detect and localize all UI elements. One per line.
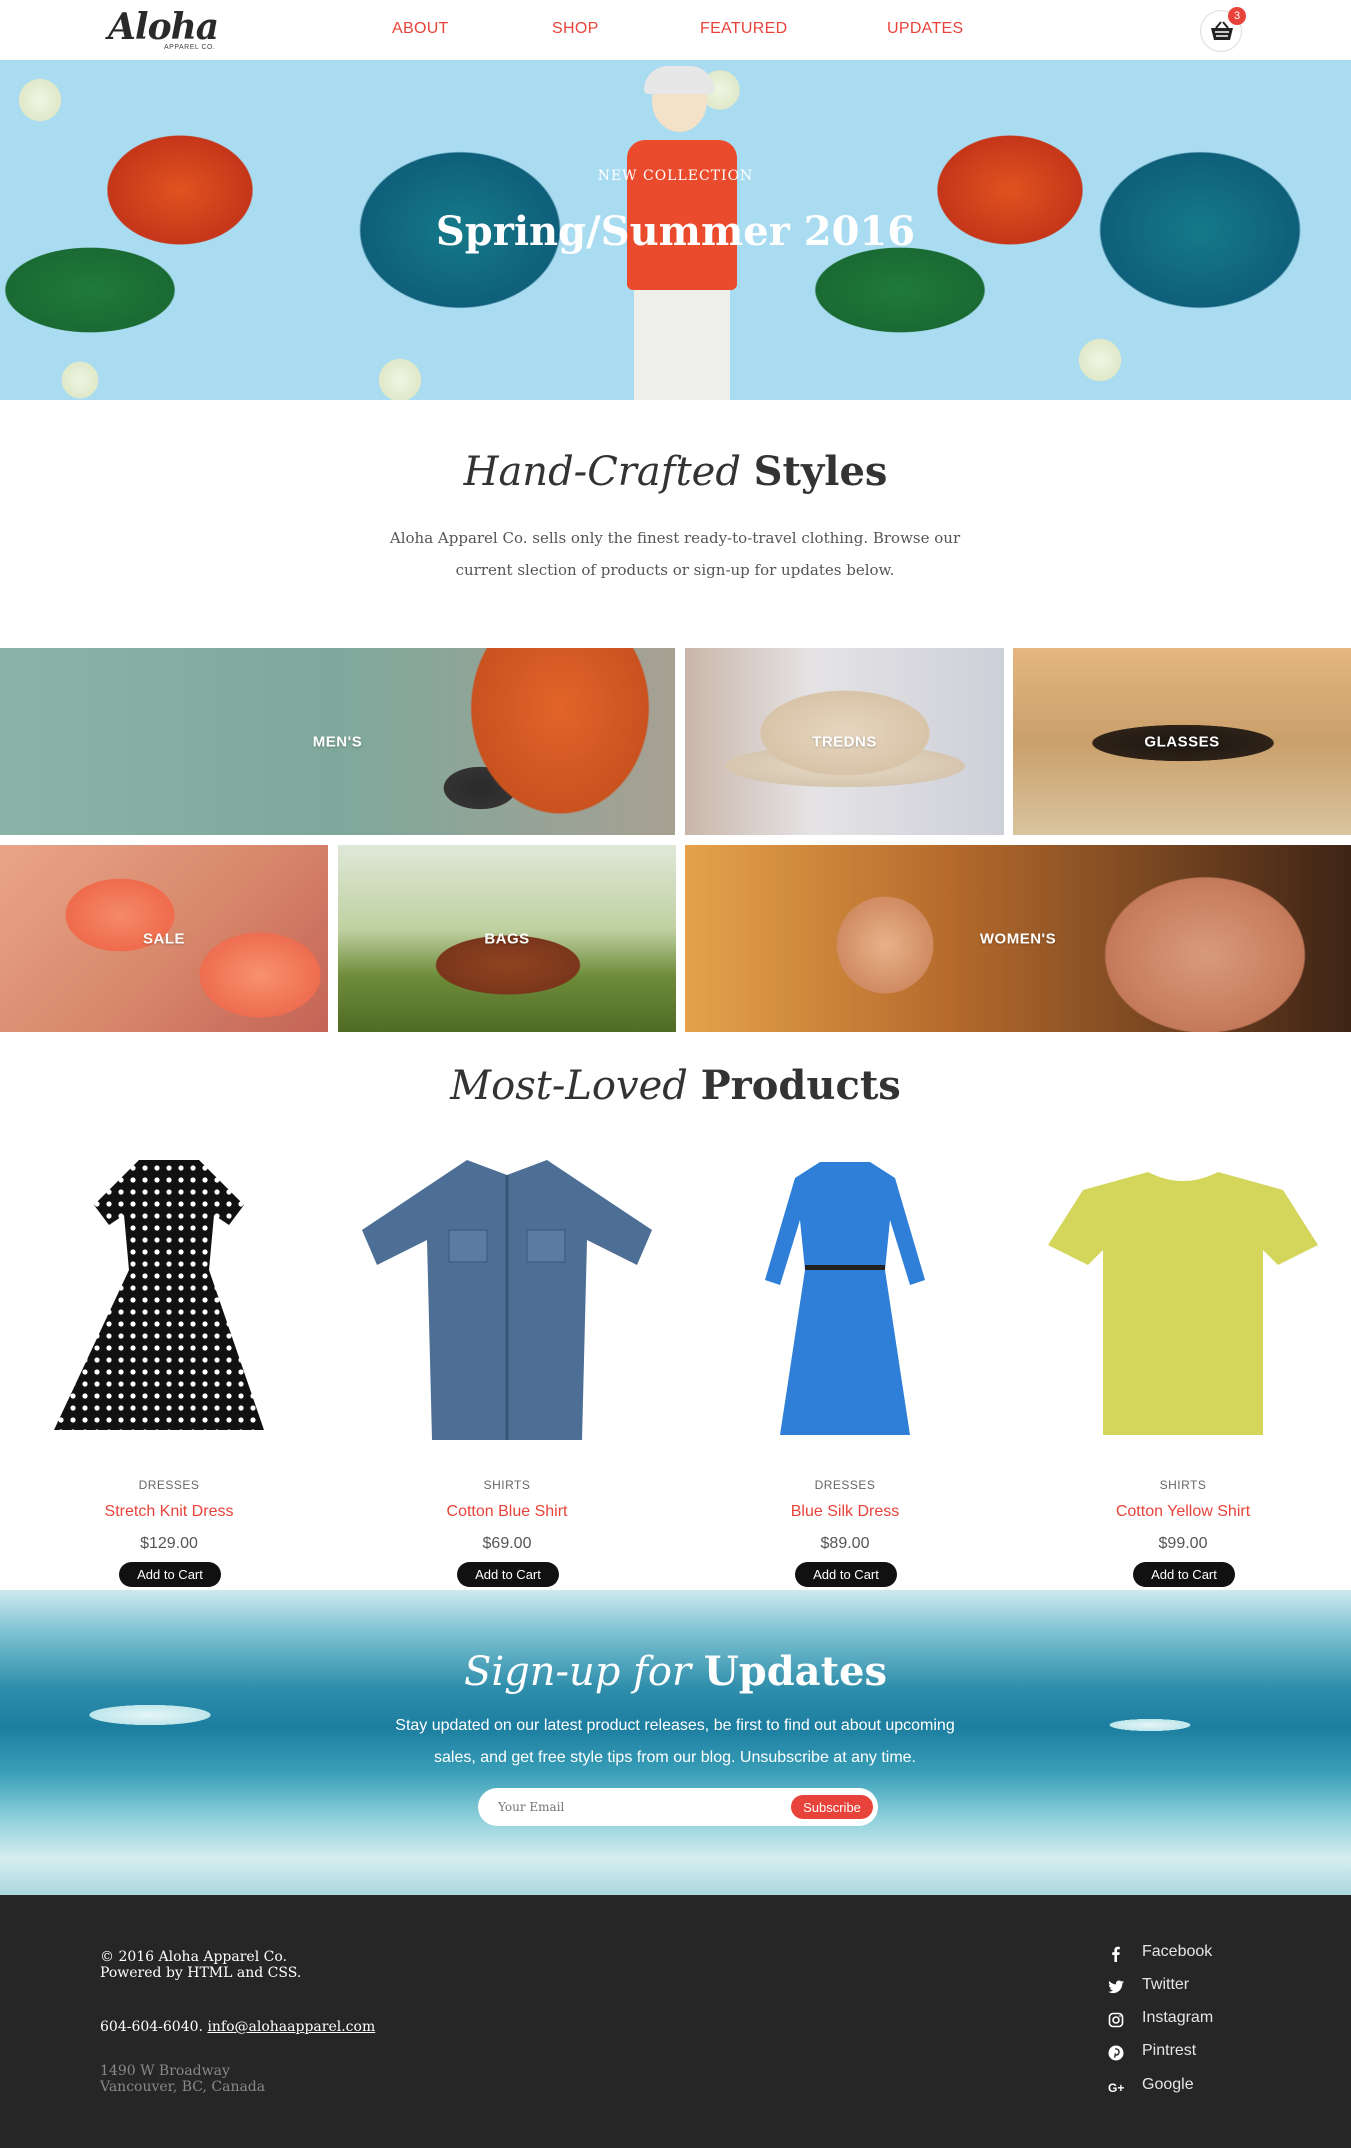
twitter-icon (1108, 1980, 1124, 1994)
category-glasses[interactable]: GLASSES (1013, 648, 1351, 835)
product-image-yellow-tshirt[interactable] (1033, 1150, 1333, 1450)
footer-address-line2: Vancouver, BC, Canada (100, 2079, 266, 2095)
signup-form: Subscribe (478, 1788, 878, 1826)
intro-text: Aloha Apparel Co. sells only the finest … (389, 529, 961, 579)
logo[interactable]: Aloha APPAREL CO. (108, 6, 219, 51)
product-image-denim-shirt[interactable] (357, 1150, 657, 1450)
signup-heading-italic: Sign-up for (463, 1649, 692, 1695)
category-womens[interactable]: WOMEN'S (685, 845, 1351, 1032)
product-name[interactable]: Cotton Yellow Shirt (1033, 1503, 1333, 1521)
products-heading-italic: Most-Loved (450, 1063, 688, 1109)
product-price: $99.00 (1158, 1535, 1208, 1552)
product-price: $69.00 (482, 1535, 532, 1552)
category-sale[interactable]: SALE (0, 845, 328, 1032)
social-label: Pintrest (1142, 2042, 1197, 2059)
social-label: Twitter (1142, 1976, 1190, 1993)
category-label: MEN'S (312, 733, 363, 750)
footer-phone: 604-604-6040. (100, 2019, 203, 2035)
product-image-blue-dress[interactable] (695, 1150, 995, 1450)
product-card: DRESSES Blue Silk Dress $89.00 Add to Ca… (695, 1150, 995, 1590)
pinterest-icon (1108, 2045, 1124, 2061)
add-to-cart-button[interactable]: Add to Cart (457, 1562, 559, 1587)
product-price: $129.00 (140, 1535, 198, 1552)
category-mens[interactable]: MEN'S (0, 648, 675, 835)
category-trends[interactable]: TREDNS (685, 648, 1004, 835)
product-card: DRESSES Stretch Knit Dress $129.00 Add t… (19, 1150, 319, 1590)
category-label: TREDNS (812, 733, 877, 750)
svg-text:G+: G+ (1108, 2081, 1124, 2095)
facebook-icon (1112, 1946, 1120, 1962)
footer-powered: Powered by HTML and CSS. (100, 1965, 302, 1981)
subscribe-button[interactable]: Subscribe (791, 1795, 873, 1819)
basket-icon (1211, 21, 1233, 40)
signup-heading-bold: Updates (703, 1648, 888, 1695)
intro-heading-bold: Styles (753, 448, 888, 495)
category-label: SALE (142, 930, 185, 947)
hero-eyebrow: NEW COLLECTION (597, 168, 754, 184)
products-heading: Most-Loved Products (0, 1062, 1351, 1109)
product-category: SHIRTS (1159, 1478, 1207, 1492)
signup-heading: Sign-up for Updates (0, 1648, 1351, 1695)
instagram-icon (1108, 2012, 1124, 2028)
footer-copyright: © 2016 Aloha Apparel Co. (100, 1949, 287, 1965)
nav-shop[interactable]: SHOP (552, 20, 599, 38)
hero-title: Spring/Summer 2016 (435, 208, 916, 255)
nav-about[interactable]: ABOUT (392, 20, 449, 38)
product-price: $89.00 (820, 1535, 870, 1552)
category-label: BAGS (484, 930, 530, 947)
nav-featured[interactable]: FEATURED (700, 20, 787, 38)
social-label: Facebook (1142, 1943, 1213, 1960)
products-heading-bold: Products (700, 1062, 901, 1109)
social-label: Instagram (1142, 2009, 1214, 2026)
product-category: SHIRTS (483, 1478, 531, 1492)
category-bags[interactable]: BAGS (338, 845, 676, 1032)
footer-contact: 604-604-6040. info@alohaapparel.com (100, 2019, 375, 2036)
product-card: SHIRTS Cotton Blue Shirt $69.00 Add to C… (357, 1150, 657, 1590)
category-label: WOMEN'S (979, 930, 1057, 947)
add-to-cart-button[interactable]: Add to Cart (795, 1562, 897, 1587)
intro-heading-italic: Hand-Crafted (463, 449, 741, 495)
email-input[interactable] (498, 1796, 778, 1818)
cart-count-badge: 3 (1228, 7, 1246, 25)
nav-updates[interactable]: UPDATES (887, 20, 963, 38)
product-category: DRESSES (138, 1478, 200, 1492)
product-image-polka-dress[interactable] (19, 1150, 319, 1450)
footer-address-line1: 1490 W Broadway (100, 2063, 230, 2079)
site-footer: © 2016 Aloha Apparel Co. Powered by HTML… (0, 1895, 1351, 2148)
intro-heading: Hand-Crafted Styles (0, 448, 1351, 495)
add-to-cart-button[interactable]: Add to Cart (119, 1562, 221, 1587)
signup-section: Sign-up for Updates Stay updated on our … (0, 1590, 1351, 1895)
logo-subtitle: APPAREL CO. (164, 44, 216, 51)
site-header: Aloha APPAREL CO. ABOUT SHOP FEATURED UP… (0, 0, 1351, 60)
category-label: GLASSES (1144, 733, 1220, 750)
product-name[interactable]: Stretch Knit Dress (19, 1503, 319, 1521)
google-plus-icon: G+ (1108, 2081, 1124, 2095)
product-category: DRESSES (814, 1478, 876, 1492)
signup-text: Stay updated on our latest product relea… (395, 1717, 955, 1766)
add-to-cart-button[interactable]: Add to Cart (1133, 1562, 1235, 1587)
product-card: SHIRTS Cotton Yellow Shirt $99.00 Add to… (1033, 1150, 1333, 1590)
hero-banner: NEW COLLECTION Spring/Summer 2016 (0, 60, 1351, 400)
product-name[interactable]: Blue Silk Dress (695, 1503, 995, 1521)
footer-email-link[interactable]: info@alohaapparel.com (207, 2019, 375, 2035)
product-name[interactable]: Cotton Blue Shirt (357, 1503, 657, 1521)
logo-wordmark: Aloha (108, 6, 219, 48)
social-label: Google (1142, 2076, 1194, 2093)
